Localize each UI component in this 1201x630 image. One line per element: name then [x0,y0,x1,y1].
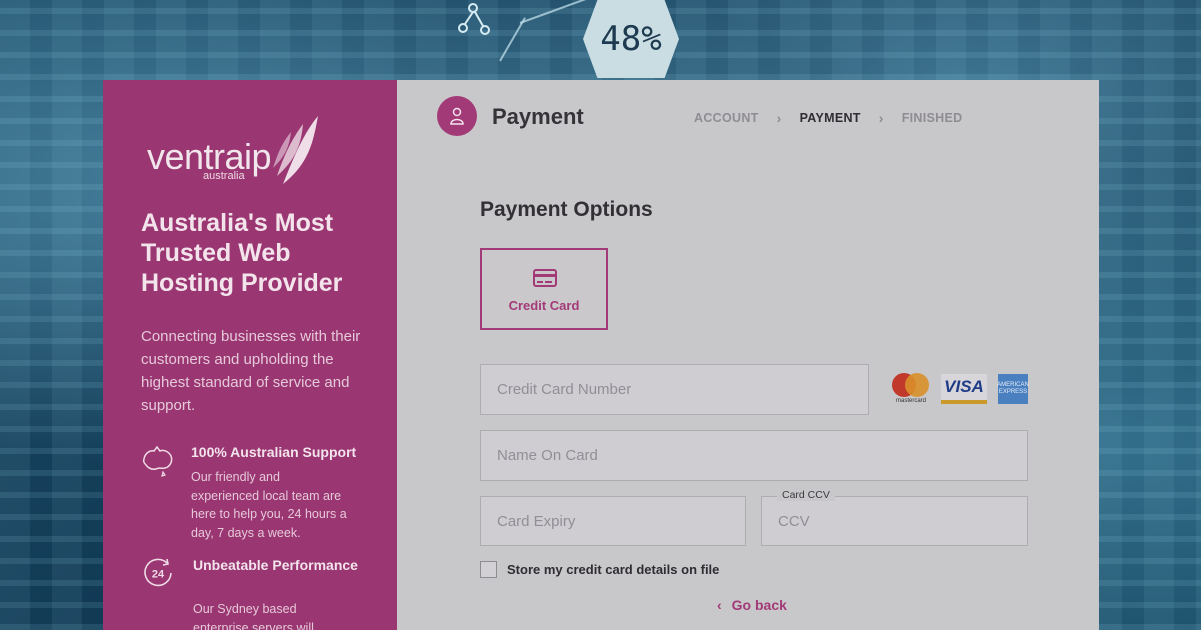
card-number-field[interactable] [480,364,869,415]
feature-australian-support: 100% Australian Support Our friendly and… [141,443,371,543]
progress-breadcrumb: ACCOUNT › PAYMENT › FINISHED [694,110,962,126]
store-card-label: Store my credit card details on file [507,562,720,577]
logo-sail-icon [273,116,318,184]
card-ccv-field[interactable]: Card CCV [761,489,1028,546]
chevron-right-icon: › [776,110,782,126]
feature-description: Our friendly and experienced local team … [191,470,347,540]
logo-subtext: australia [203,170,245,182]
payment-option-label: Credit Card [508,298,580,313]
sidebar-intro: Connecting businesses with their custome… [141,328,361,414]
mastercard-text: mastercard [895,398,926,404]
visa-logo: VISA [941,374,987,404]
chevron-right-icon: › [878,110,884,126]
molecule-icon [458,3,490,35]
card-expiry-field[interactable] [480,496,746,546]
payment-option-credit-card[interactable]: Credit Card [480,248,608,330]
step-account: ACCOUNT [694,111,759,125]
go-back-label: Go back [731,597,787,613]
amex-logo: AMERICAN EXPRESS [997,374,1029,404]
card-number-input[interactable] [481,365,868,414]
payment-options-title: Payment Options [480,198,653,221]
credit-card-icon [533,269,557,287]
24-hour-icon: 24 [144,558,172,587]
go-back-link[interactable]: ‹ Go back [717,597,787,613]
mastercard-circle-orange [905,373,929,397]
card-expiry-input[interactable] [481,497,745,545]
brand-sidebar: ventraip australia Australia's Most Trus… [103,80,397,630]
name-on-card-input[interactable] [481,431,1027,480]
store-card-checkbox[interactable] [480,561,497,578]
signup-card: ventraip australia Australia's Most Trus… [103,80,1099,630]
feature-title: 100% Australian Support [191,444,357,460]
mastercard-logo: mastercard [890,373,930,405]
step-icon [437,96,477,136]
24-icon-text: 24 [152,569,165,581]
ventraip-logo: ventraip australia [147,114,327,186]
person-icon [450,107,464,125]
card-brand-logos: mastercard VISA AMERICAN EXPRESS [890,373,1029,405]
card-ccv-label: Card CCV [777,489,835,501]
feature-title: Unbeatable Performance [193,557,358,573]
chevron-left-icon: ‹ [717,597,722,613]
sidebar-headline: Australia's Most Trusted Web Hosting Pro… [141,209,343,297]
step-finished: FINISHED [901,111,963,125]
store-card-option[interactable]: Store my credit card details on file [480,561,719,578]
card-ccv-input[interactable] [762,497,1027,545]
background-hexagon: 48% [583,0,679,78]
name-on-card-field[interactable] [480,430,1028,481]
page-title: Payment [492,104,584,129]
australia-map-icon [142,445,173,477]
step-payment: PAYMENT [799,111,861,125]
payment-panel: Payment ACCOUNT › PAYMENT › FINISHED Pay… [397,80,1099,630]
feature-description: Our Sydney based enterprise servers will [193,602,314,630]
hexagon-text: 48% [600,19,662,59]
feature-performance: 24 Unbeatable Performance Our Sydney bas… [141,556,371,630]
